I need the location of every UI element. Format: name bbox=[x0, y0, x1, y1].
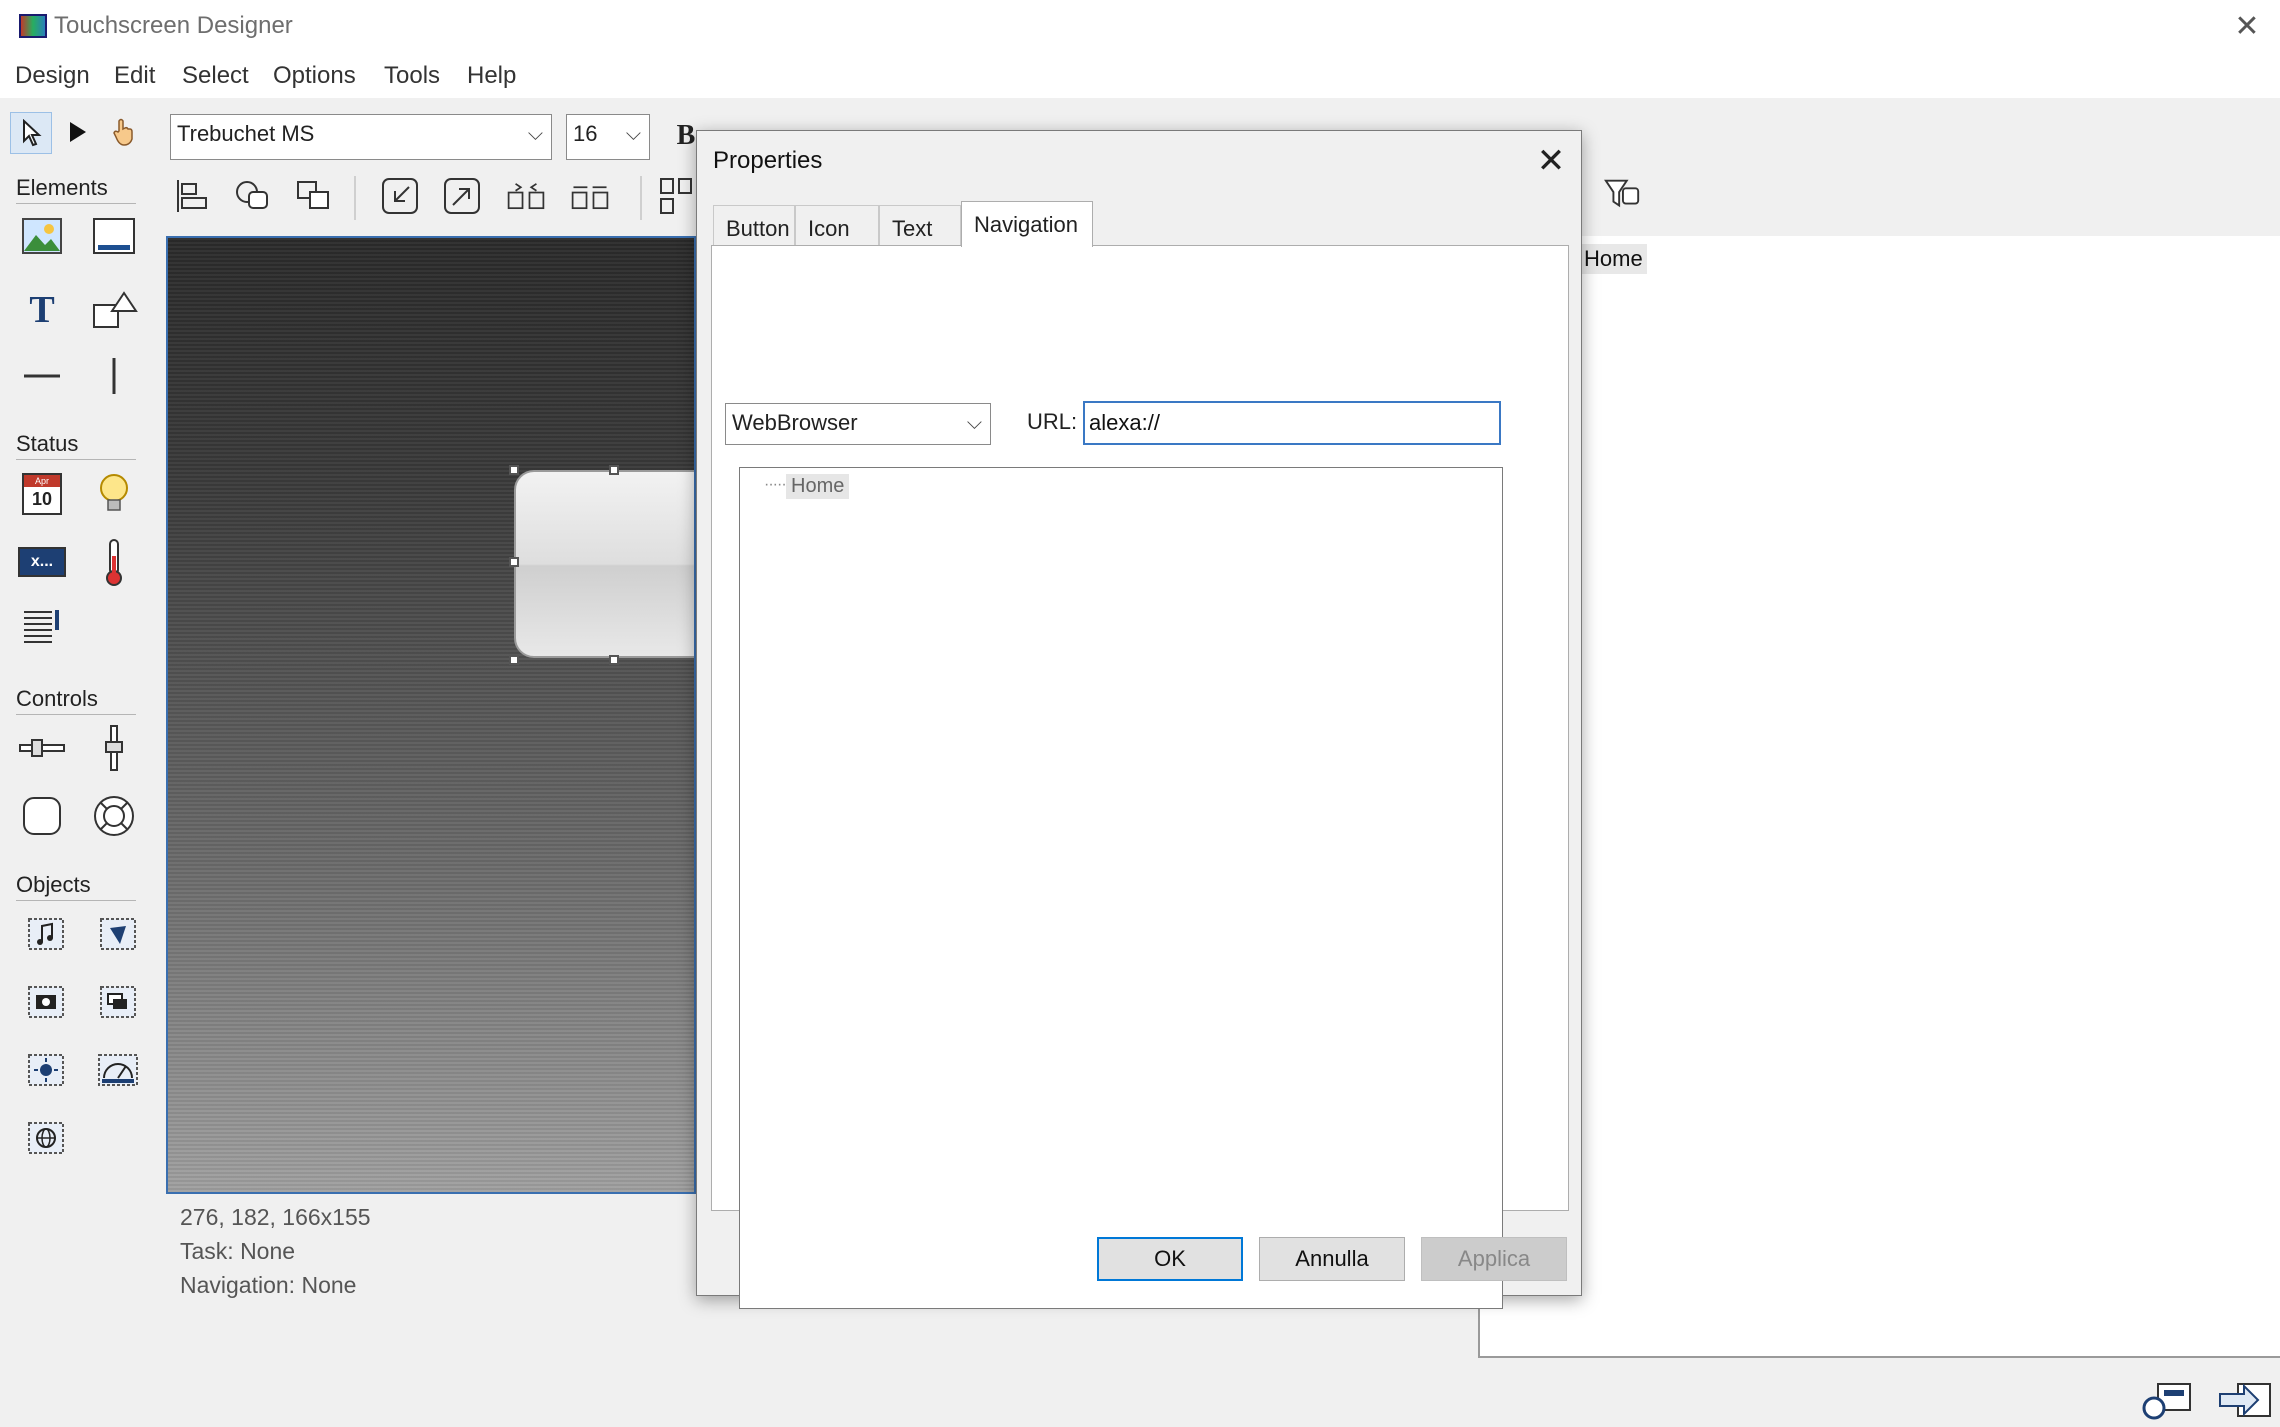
variable-text-icon[interactable]: x... bbox=[16, 536, 68, 588]
space-even-icon[interactable] bbox=[570, 176, 610, 216]
selection-navigation: Navigation: None bbox=[180, 1272, 357, 1298]
navigation-page-tree[interactable]: ····· Home bbox=[739, 467, 1503, 1309]
sun-object-icon[interactable] bbox=[20, 1044, 72, 1096]
overlap-shapes-icon[interactable] bbox=[294, 176, 334, 216]
section-divider bbox=[16, 203, 136, 204]
menu-edit[interactable]: Edit bbox=[114, 62, 155, 90]
camera-object-icon[interactable] bbox=[20, 976, 72, 1028]
gallery-object-icon[interactable] bbox=[92, 976, 144, 1028]
selection-task: Task: None bbox=[180, 1238, 296, 1264]
horizontal-line-icon[interactable] bbox=[16, 350, 68, 402]
toolbar-separator bbox=[354, 176, 356, 220]
resize-handle[interactable] bbox=[609, 655, 619, 665]
menu-select[interactable]: Select bbox=[182, 62, 249, 90]
elements-section-label: Elements bbox=[16, 175, 108, 200]
gauge-object-icon[interactable] bbox=[92, 1044, 144, 1096]
chevron-down-icon: ⌵ bbox=[966, 412, 982, 434]
design-canvas[interactable] bbox=[166, 236, 696, 1194]
horizontal-slider-icon[interactable] bbox=[16, 722, 68, 774]
vertical-line-icon[interactable] bbox=[88, 350, 140, 402]
selection-info: 276, 182, 166x155 Task: None Navigation:… bbox=[180, 1200, 371, 1302]
menu-bar: Design Edit Select Options Tools Help bbox=[0, 58, 2280, 98]
calendar-month: Apr bbox=[24, 475, 60, 487]
title-bar bbox=[0, 0, 2280, 58]
image-element-icon[interactable] bbox=[16, 210, 68, 262]
exit-arrow-icon[interactable] bbox=[2218, 1380, 2274, 1425]
window-title: Touchscreen Designer bbox=[54, 12, 293, 39]
status-section-label: Status bbox=[16, 431, 79, 456]
font-size-select[interactable]: 16 ⌵ bbox=[566, 114, 650, 160]
shapes-element-icon[interactable] bbox=[88, 284, 140, 336]
group-shapes-icon[interactable] bbox=[232, 176, 272, 216]
canvas-selected-button[interactable] bbox=[514, 470, 694, 658]
properties-dialog: Properties ✕ Button Icon Text Navigation… bbox=[696, 130, 1582, 1309]
dialog-title: Properties bbox=[713, 147, 823, 174]
music-object-icon[interactable] bbox=[20, 908, 72, 960]
chevron-down-icon: ⌵ bbox=[625, 123, 641, 145]
page-tree-home[interactable]: Home bbox=[1580, 244, 1647, 274]
calendar-day: 10 bbox=[31, 489, 53, 509]
lightbulb-icon[interactable] bbox=[88, 468, 140, 520]
filter-icon[interactable] bbox=[1602, 174, 1642, 214]
page-tree-panel bbox=[1478, 236, 2280, 1358]
app-logo-icon bbox=[19, 14, 47, 38]
tab-icon[interactable]: Icon bbox=[795, 205, 879, 245]
align-left-icon[interactable] bbox=[172, 176, 212, 216]
vertical-slider-icon[interactable] bbox=[88, 722, 140, 774]
grid-icon[interactable] bbox=[656, 176, 696, 216]
rounded-button-icon[interactable] bbox=[16, 790, 68, 842]
navigator-object-icon[interactable] bbox=[92, 908, 144, 960]
dialog-close-button[interactable]: ✕ bbox=[1531, 141, 1571, 181]
dial-icon[interactable] bbox=[88, 790, 140, 842]
calendar-icon[interactable]: Apr 10 bbox=[16, 468, 68, 520]
chevron-down-icon: ⌵ bbox=[527, 123, 543, 145]
pointer-select-icon[interactable] bbox=[10, 112, 52, 154]
menu-help[interactable]: Help bbox=[467, 62, 516, 90]
section-divider bbox=[16, 459, 136, 460]
grow-icon[interactable] bbox=[442, 176, 482, 216]
url-label: URL: bbox=[1027, 409, 1078, 434]
thermometer-icon[interactable] bbox=[88, 536, 140, 588]
resize-handle[interactable] bbox=[509, 557, 519, 567]
tab-text[interactable]: Text bbox=[879, 205, 961, 245]
panel-element-icon[interactable] bbox=[88, 210, 140, 262]
selection-geometry: 276, 182, 166x155 bbox=[180, 1204, 371, 1230]
browser-type-value: WebBrowser bbox=[732, 410, 858, 435]
menu-options[interactable]: Options bbox=[273, 62, 356, 90]
section-divider bbox=[16, 714, 136, 715]
variable-text-label: x... bbox=[18, 547, 66, 577]
list-icon[interactable] bbox=[16, 600, 68, 652]
hand-touch-icon[interactable] bbox=[104, 112, 144, 152]
objects-section-label: Objects bbox=[16, 872, 91, 897]
text-element-icon[interactable]: T bbox=[16, 284, 68, 336]
toolbar-separator bbox=[640, 176, 642, 220]
font-size-value: 16 bbox=[573, 121, 598, 146]
run-arrow-icon[interactable] bbox=[58, 112, 98, 152]
sync-icon[interactable] bbox=[2140, 1380, 2196, 1425]
tree-item-home[interactable]: Home bbox=[786, 474, 850, 499]
ok-button[interactable]: OK bbox=[1097, 1237, 1243, 1281]
window-close-button[interactable]: ✕ bbox=[2230, 10, 2264, 44]
resize-handle[interactable] bbox=[609, 465, 619, 475]
apply-button[interactable]: Applica bbox=[1421, 1237, 1567, 1281]
cancel-button[interactable]: Annulla bbox=[1259, 1237, 1405, 1281]
section-divider bbox=[16, 900, 136, 901]
font-family-select[interactable]: Trebuchet MS ⌵ bbox=[170, 114, 552, 160]
menu-design[interactable]: Design bbox=[15, 62, 90, 90]
resize-handle[interactable] bbox=[509, 655, 519, 665]
resize-handle[interactable] bbox=[509, 465, 519, 475]
space-horizontal-icon[interactable] bbox=[506, 176, 546, 216]
font-family-value: Trebuchet MS bbox=[177, 121, 315, 146]
menu-tools[interactable]: Tools bbox=[384, 62, 440, 90]
browser-type-select[interactable]: WebBrowser ⌵ bbox=[725, 403, 991, 445]
tab-button[interactable]: Button bbox=[713, 205, 795, 245]
tab-navigation[interactable]: Navigation bbox=[961, 201, 1093, 247]
web-object-icon[interactable] bbox=[20, 1112, 72, 1164]
shrink-icon[interactable] bbox=[380, 176, 420, 216]
url-input[interactable] bbox=[1083, 401, 1501, 445]
controls-section-label: Controls bbox=[16, 686, 98, 711]
tree-connector: ····· bbox=[764, 476, 787, 493]
